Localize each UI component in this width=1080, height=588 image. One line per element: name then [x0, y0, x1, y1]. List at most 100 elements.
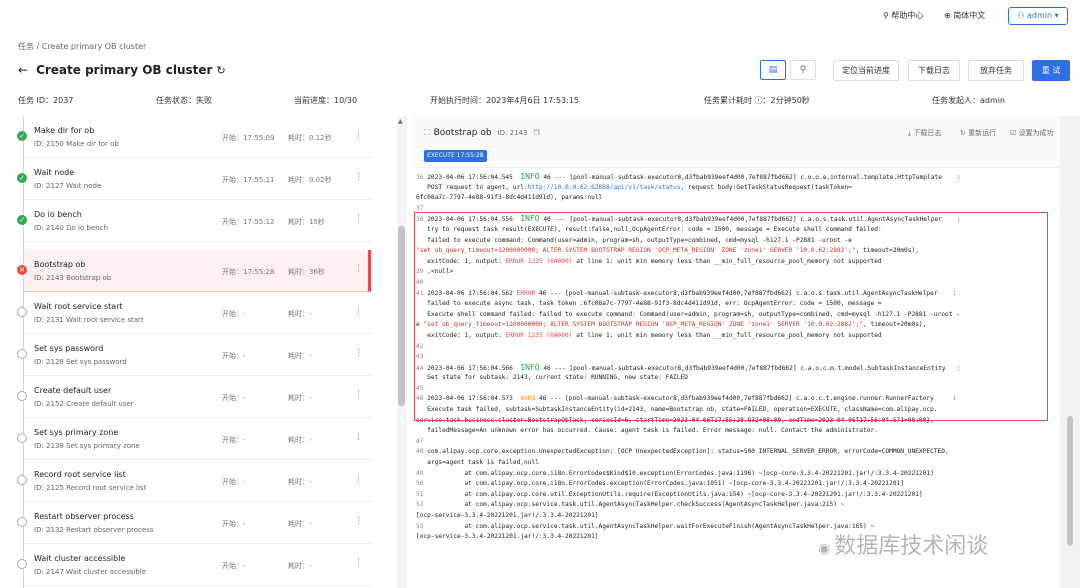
more-icon[interactable]: ⋮ [354, 516, 363, 526]
set-success-link[interactable]: ☑ 设置为成功 [1010, 128, 1054, 138]
help-center-link[interactable]: ⚲ 帮助中心 [883, 0, 923, 32]
page-title-bar: ← Create primary OB cluster ↻ [18, 63, 226, 77]
tree-view-toggle[interactable]: ⚲ [790, 60, 816, 80]
log-segment: failed to execute command: Command(user=… [416, 236, 852, 244]
step-start: 开始：- [222, 520, 246, 528]
log-line: 41 2023-04-06 17:56:04.562 ERROR 46 --- … [416, 289, 1056, 300]
refresh-icon[interactable]: ↻ [216, 64, 225, 77]
list-item[interactable]: Restart observer process ID: 2132 Restar… [17, 502, 371, 544]
scrollbar-thumb[interactable] [398, 226, 405, 406]
right-scrollbar[interactable] [1060, 116, 1080, 588]
download-log-link[interactable]: ⤓ 下载日志 [908, 128, 941, 138]
expand-icon[interactable]: ⛶ [424, 128, 430, 137]
list-item[interactable]: ✓ Do io bench ID: 2140 Do io bench 开始：17… [17, 200, 371, 242]
log-segment: 53 [416, 522, 428, 530]
more-icon[interactable]: ⋮ [354, 172, 363, 182]
more-icon[interactable]: ⋮ [354, 306, 363, 316]
list-item[interactable]: Create default user ID: 2152 Create defa… [17, 376, 371, 418]
log-panel: ⛶ Bootstrap ob ID: 2143 ❐ EXECUTE 17:55:28 … [414, 116, 1080, 588]
step-id: ID: 2152 Create default user [34, 400, 134, 408]
copy-icon[interactable]: ❐ [533, 129, 539, 137]
log-line: 39 ,<null> [416, 267, 1056, 278]
more-icon[interactable]: ⋮ [354, 214, 363, 224]
locate-progress-button[interactable]: 定位当前进度 [833, 60, 899, 81]
chevron-down-icon: ▾ [1052, 11, 1059, 20]
log-line: try to request task result(EXECUTE), res… [416, 225, 1056, 236]
log-segment: [ocp-service-3.3.4-20221201.jar!/:3.3.4-… [416, 533, 599, 541]
scroll-up-icon[interactable]: ▲ [398, 118, 403, 125]
retry-button[interactable]: 重 试 [1032, 60, 1070, 81]
log-segment: 2023-04-06 17:56:04.573 [427, 395, 521, 403]
start-time: 开始执行时间：2023年4月6日 17:53:15 [430, 96, 580, 105]
log-line: 6fc08a7c-7797-4e88-91f3-8dc4d411d91d), p… [416, 193, 1056, 204]
list-item[interactable]: Wait root service start ID: 2131 Wait ro… [17, 292, 371, 334]
step-name: Wait cluster accessible [34, 554, 126, 563]
log-segment: 42 [416, 342, 424, 350]
detail-title: ⛶ Bootstrap ob ID: 2143 ❐ [424, 128, 540, 138]
help-label: 帮助中心 [891, 11, 924, 20]
more-icon[interactable]: ⋮ [354, 264, 363, 274]
more-icon[interactable]: ⋮ [354, 130, 363, 140]
left-scrollbar[interactable]: ▲ [397, 116, 407, 588]
log-segment: WARN [520, 395, 536, 403]
more-icon[interactable]: ⋮ [354, 558, 363, 568]
language-selector[interactable]: ⊕ 简体中文 [944, 0, 985, 32]
step-name: Bootstrap ob [34, 260, 86, 269]
log-segment: POST request to agent, url: [416, 183, 528, 191]
log-segment: 46 --- [pool-manual-subtask-executor8,d3… [539, 216, 961, 224]
list-item[interactable]: Wait cluster accessible ID: 2147 Wait cl… [17, 544, 371, 586]
more-icon[interactable]: ⋮ [354, 390, 363, 400]
list-item[interactable]: Record root service list ID: 2125 Record… [17, 460, 371, 502]
log-line: Execute shell command failed: failed to … [416, 310, 1056, 321]
log-line: failedMessage=An unknown error has occur… [416, 426, 1056, 437]
log-line: "set ob_query_timeout=1200000000; ALTER … [416, 246, 1056, 257]
log-line: failed to execute command: Command(user=… [416, 236, 1056, 247]
log-segment: 2023-04-06 17:56:04.562 [427, 289, 517, 297]
breadcrumb: 任务 / Create primary OB cluster [18, 42, 147, 51]
log-segment: 36 [416, 174, 428, 181]
step-name: Do io bench [34, 210, 82, 219]
step-name: Wait node [34, 168, 75, 177]
step-start: 开始：17:55:11 [222, 176, 275, 184]
log-segment: 50 [416, 480, 428, 488]
log-line: 48 com.alipay.ocp.core.exception.Unexpec… [416, 447, 1056, 458]
log-segment: [ocp-service-3.3.4-20221201.jar!/:3.3.4-… [416, 512, 599, 519]
log-line: 52 at com.alipay.ocp.service.task.util.A… [416, 500, 1056, 511]
task-progress: 当前进度：10/30 [294, 96, 358, 105]
list-item[interactable]: Set sys primary zone ID: 2138 Set sys pr… [17, 418, 371, 460]
language-label: 简体中文 [953, 11, 986, 20]
log-line: exitCode: 1, output: ERROR 1235 (0A000) … [416, 331, 1056, 342]
wechat-icon: ◉ [818, 541, 831, 557]
pending-icon [17, 391, 27, 401]
step-name: Set sys password [34, 344, 104, 353]
step-name: Wait root service start [34, 302, 123, 311]
watermark: ◉ 数据库技术闲谈 [818, 528, 988, 560]
scrollbar-thumb[interactable] [1067, 416, 1073, 546]
log-segment: Set state for subtask: 2143, current sta… [416, 374, 688, 382]
back-arrow-icon[interactable]: ← [18, 63, 28, 77]
more-icon[interactable]: ⋮ [354, 348, 363, 358]
step-duration: 耗时：- [288, 478, 312, 486]
rerun-link[interactable]: ↻ 重新运行 [960, 128, 996, 138]
step-start: 开始：- [222, 352, 246, 360]
log-segment: 49 [416, 469, 428, 477]
list-item-selected[interactable]: ✕ Bootstrap ob ID: 2143 Bootstrap ob 开始：… [17, 250, 371, 292]
initiator: 任务发起人：admin [932, 96, 1006, 105]
list-item[interactable]: ✓ Wait node ID: 2127 Wait node 开始：17:55:… [17, 158, 371, 200]
globe-icon: ⊕ [944, 11, 954, 20]
list-view-toggle[interactable]: ▤ [760, 60, 786, 80]
abandon-task-button[interactable]: 放弃任务 [968, 60, 1024, 81]
log-segment: 40 [416, 278, 424, 286]
log-segment: at com.alipay.ocp.core.util.ExceptionUti… [427, 490, 923, 498]
log-segment: 46 --- [pool-manual-subtask-executor8,d3… [539, 174, 961, 181]
success-icon: ✓ [17, 131, 27, 141]
task-id: 任务 ID：2037 [18, 96, 74, 105]
log-segment: ERROR 1235 (0A000) [505, 331, 573, 339]
more-icon[interactable]: ⋮ [354, 474, 363, 484]
list-item[interactable]: Set sys password ID: 2128 Set sys passwo… [17, 334, 371, 376]
list-item[interactable]: ✓ Make dir for ob ID: 2150 Make dir for … [17, 116, 371, 158]
user-menu-button[interactable]: ⚇ admin ▾ [1008, 7, 1068, 25]
download-log-button[interactable]: 下载日志 [908, 60, 960, 81]
more-icon[interactable]: ⋮ [354, 432, 363, 442]
pending-icon [17, 349, 27, 359]
